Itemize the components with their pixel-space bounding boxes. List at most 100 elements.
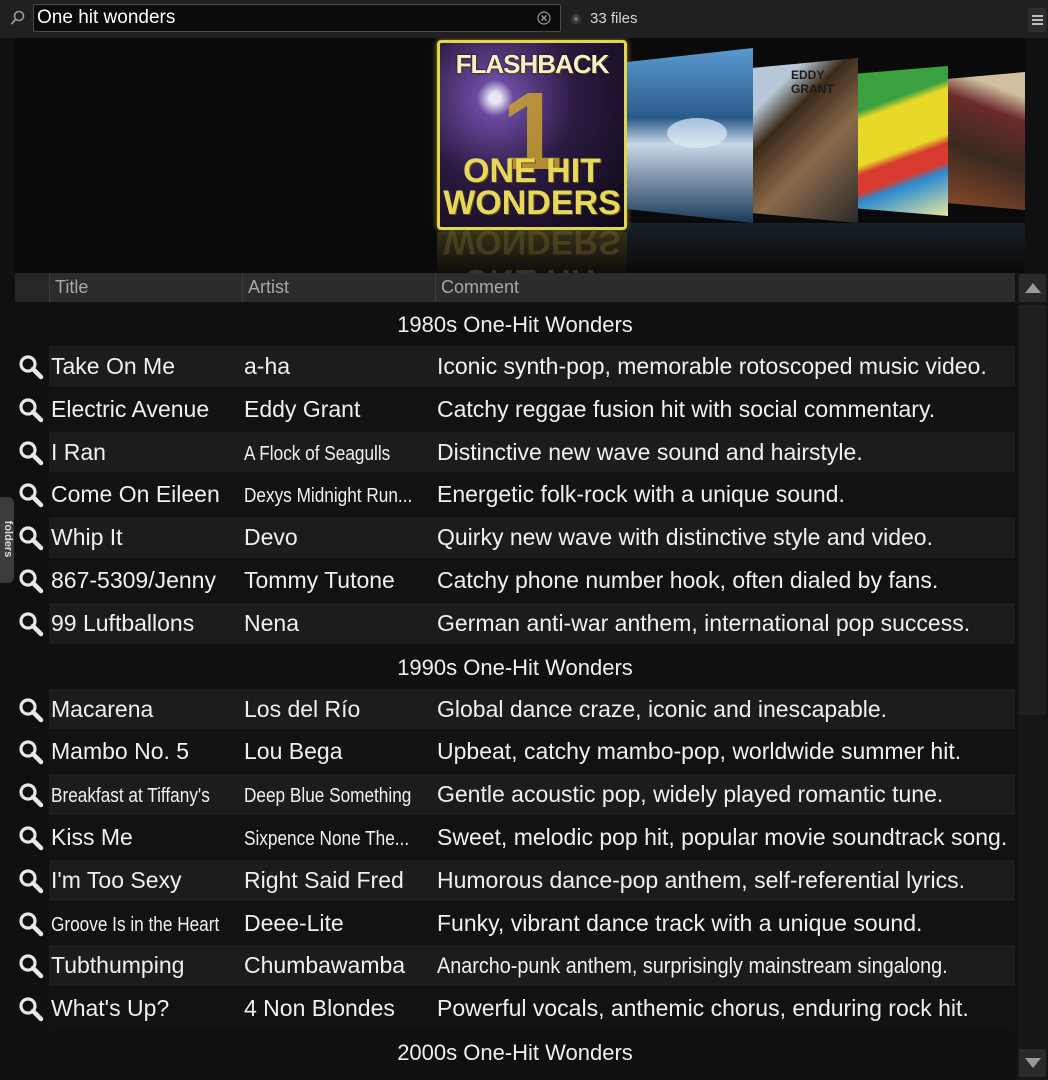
cell-artist: Dexys Midnight Run...: [244, 485, 413, 508]
magnifier-icon[interactable]: [18, 525, 44, 551]
magnifier-icon[interactable]: [18, 825, 44, 851]
group-header: 1980s One-Hit Wonders: [15, 302, 1015, 345]
cell-title: Tubthumping: [51, 952, 185, 979]
track-list: 1980s One-Hit Wonders Take On Me a-ha Ic…: [15, 302, 1015, 1073]
cover-reflection-text: ONE HIT WONDERS: [443, 223, 621, 273]
table-row[interactable]: Tubthumping Chumbawamba Anarcho-punk ant…: [15, 944, 1015, 987]
table-row[interactable]: Electric Avenue Eddy Grant Catchy reggae…: [15, 388, 1015, 431]
cell-title: Come On Eileen: [51, 481, 220, 508]
arrow-up-icon[interactable]: [1019, 274, 1046, 302]
magnifier-icon[interactable]: [18, 568, 44, 594]
arrow-down-icon[interactable]: [1019, 1049, 1046, 1077]
cell-comment: Funky, vibrant dance track with a unique…: [437, 909, 923, 936]
cell-artist: Nena: [244, 609, 299, 636]
table-row[interactable]: Macarena Los del Río Global dance craze,…: [15, 688, 1015, 731]
table-row[interactable]: Come On Eileen Dexys Midnight Run... Ene…: [15, 473, 1015, 516]
cell-comment: Catchy phone number hook, often dialed b…: [437, 566, 939, 593]
table-row[interactable]: 867-5309/Jenny Tommy Tutone Catchy phone…: [15, 559, 1015, 602]
magnifier-icon[interactable]: [18, 996, 44, 1022]
magnifier-icon[interactable]: [18, 611, 44, 637]
table-row[interactable]: Breakfast at Tiffany's Deep Blue Somethi…: [15, 773, 1015, 816]
cover-title-bottom: ONE HIT WONDERS: [443, 152, 621, 222]
cell-comment: Humorous dance-pop anthem, self-referent…: [437, 866, 965, 893]
cell-comment: German anti-war anthem, international po…: [437, 609, 971, 636]
magnifier-icon[interactable]: [18, 354, 44, 380]
file-count: 33 files: [590, 10, 638, 27]
cell-artist: Right Said Fred: [244, 866, 404, 893]
folders-tab[interactable]: folders: [0, 497, 14, 583]
clear-search-icon[interactable]: [537, 11, 551, 25]
cell-artist: Chumbawamba: [244, 952, 406, 979]
group-header: 1990s One-Hit Wonders: [15, 644, 1015, 688]
album-cover[interactable]: [858, 66, 948, 216]
magnifier-icon[interactable]: [18, 482, 44, 508]
magnifier-icon[interactable]: [18, 697, 44, 723]
column-header-comment[interactable]: Comment: [435, 273, 1015, 302]
table-row[interactable]: Groove Is in the Heart Deee-Lite Funky, …: [15, 902, 1015, 945]
cover-label: EDDY GRANT: [791, 68, 834, 96]
cell-artist: Los del Río: [244, 695, 361, 722]
table-row[interactable]: Mambo No. 5 Lou Bega Upbeat, catchy mamb…: [15, 730, 1015, 773]
column-header-search[interactable]: [15, 273, 49, 302]
cell-artist: Deee-Lite: [244, 909, 344, 936]
magnifier-icon[interactable]: [18, 397, 44, 423]
table-row[interactable]: Whip It Devo Quirky new wave with distin…: [15, 516, 1015, 559]
magnifier-icon[interactable]: [18, 782, 44, 808]
table-row[interactable]: I'm Too Sexy Right Said Fred Humorous da…: [15, 859, 1015, 902]
cell-comment: Distinctive new wave sound and hairstyle…: [437, 438, 863, 465]
cell-comment: Energetic folk-rock with a unique sound.: [437, 481, 845, 508]
cell-artist: A Flock of Seagulls: [244, 442, 391, 465]
table-row[interactable]: What's Up? 4 Non Blondes Powerful vocals…: [15, 987, 1015, 1030]
file-count-indicator-icon: [571, 14, 581, 24]
search-toolbar: 33 files: [0, 0, 1048, 38]
cell-comment: Global dance craze, iconic and inescapab…: [437, 695, 888, 722]
cell-artist: Deep Blue Something: [244, 785, 412, 808]
search-input[interactable]: [33, 4, 561, 32]
cell-title: Mambo No. 5: [51, 738, 190, 765]
table-row[interactable]: Take On Me a-ha Iconic synth-pop, memora…: [15, 345, 1015, 388]
table-row[interactable]: 99 Luftballons Nena German anti-war anth…: [15, 602, 1015, 645]
cell-title: I'm Too Sexy: [51, 866, 182, 893]
cell-comment: Powerful vocals, anthemic chorus, enduri…: [437, 995, 969, 1022]
cell-title: 99 Luftballons: [51, 609, 195, 636]
column-header-row: Title Artist Comment: [15, 273, 1015, 302]
magnifier-icon[interactable]: [18, 868, 44, 894]
cell-artist: Eddy Grant: [244, 395, 361, 422]
album-cover-selected[interactable]: FLASHBACK 1 ONE HIT WONDERS: [437, 40, 627, 230]
cell-title: Whip It: [51, 524, 123, 551]
cell-artist: 4 Non Blondes: [244, 995, 395, 1022]
album-cover[interactable]: EDDY GRANT: [753, 58, 858, 223]
cell-artist: Devo: [244, 524, 298, 551]
cell-title: Groove Is in the Heart: [51, 913, 220, 936]
cover-flow[interactable]: FLASHBACK 1 ONE HIT WONDERS ONE HIT WOND…: [15, 38, 1025, 273]
magnifier-icon[interactable]: [18, 440, 44, 466]
menu-button[interactable]: [1028, 8, 1046, 32]
cell-artist: a-ha: [244, 353, 291, 379]
magnifier-icon[interactable]: [18, 911, 44, 937]
table-row[interactable]: I Ran A Flock of Seagulls Distinctive ne…: [15, 431, 1015, 474]
cell-artist: Tommy Tutone: [244, 566, 395, 593]
cell-title: What's Up?: [51, 995, 170, 1022]
album-cover[interactable]: [948, 72, 1025, 210]
scroll-thumb[interactable]: [1019, 305, 1046, 715]
folders-tab-label: folders: [2, 520, 14, 558]
cell-comment: Catchy reggae fusion hit with social com…: [437, 395, 936, 422]
cell-comment: Quirky new wave with distinctive style a…: [437, 524, 933, 551]
cell-comment: Upbeat, catchy mambo-pop, worldwide summ…: [437, 738, 962, 765]
search-icon: [10, 10, 25, 25]
column-header-title[interactable]: Title: [49, 273, 242, 302]
album-cover[interactable]: [627, 48, 753, 223]
cell-title: I Ran: [51, 438, 106, 465]
cell-artist: Sixpence None The...: [244, 827, 410, 850]
magnifier-icon[interactable]: [18, 739, 44, 765]
magnifier-icon[interactable]: [18, 953, 44, 979]
scrollbar[interactable]: [1017, 273, 1048, 1080]
cell-title: Electric Avenue: [51, 395, 210, 422]
table-row[interactable]: Kiss Me Sixpence None The... Sweet, melo…: [15, 816, 1015, 859]
cell-comment: Sweet, melodic pop hit, popular movie so…: [437, 823, 1008, 850]
group-header: 2000s One-Hit Wonders: [15, 1029, 1015, 1073]
cover-reflection: [627, 223, 1025, 273]
cell-title: Kiss Me: [51, 823, 133, 850]
cell-title: Take On Me: [51, 353, 175, 379]
column-header-artist[interactable]: Artist: [242, 273, 435, 302]
